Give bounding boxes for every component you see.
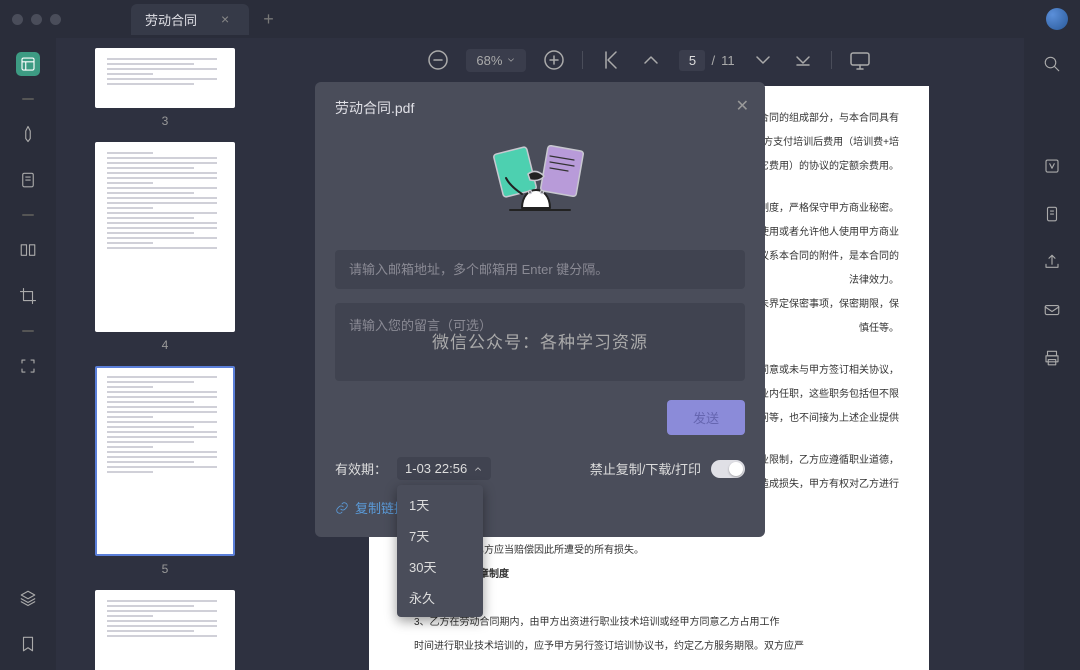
zoom-out-icon[interactable]	[426, 48, 450, 72]
note-icon[interactable]	[16, 168, 40, 192]
page-total: 11	[721, 53, 735, 68]
layers-icon[interactable]	[16, 586, 40, 610]
send-button[interactable]: 发送	[667, 400, 745, 435]
expiry-option[interactable]: 30天	[397, 551, 483, 582]
titlebar: 劳动合同 × +	[0, 0, 1080, 38]
tab-title: 劳动合同	[145, 10, 197, 29]
bookmark-icon[interactable]	[16, 632, 40, 656]
highlight-icon[interactable]	[16, 122, 40, 146]
illustration	[335, 136, 745, 226]
separator	[22, 214, 34, 216]
link-icon	[335, 501, 349, 515]
separator	[22, 98, 34, 100]
left-rail	[0, 38, 56, 670]
page-input[interactable]	[679, 50, 705, 71]
convert-icon[interactable]	[1040, 202, 1064, 226]
window-controls	[12, 14, 61, 25]
expiry-label: 有效期：	[335, 459, 387, 478]
max-dot[interactable]	[50, 14, 61, 25]
modal-title: 劳动合同.pdf	[335, 98, 745, 118]
options-row: 有效期： 1-03 22:56 1天 7天 30天 永久 禁止复制/下载/打印	[335, 457, 745, 480]
ocr-icon[interactable]	[1040, 154, 1064, 178]
expiry-option[interactable]: 永久	[397, 582, 483, 613]
separator	[582, 51, 583, 69]
first-page-icon[interactable]	[599, 48, 623, 72]
expiry-option[interactable]: 1天	[397, 489, 483, 520]
expiry-dropdown: 1天 7天 30天 永久	[397, 485, 483, 617]
tab-close-icon[interactable]: ×	[221, 11, 229, 27]
search-icon[interactable]	[1040, 52, 1064, 76]
restrict-label: 禁止复制/下载/打印	[590, 459, 701, 478]
restrict-toggle[interactable]	[711, 460, 745, 478]
thumb-4[interactable]: 4	[56, 142, 274, 352]
print-icon[interactable]	[1040, 346, 1064, 370]
min-dot[interactable]	[31, 14, 42, 25]
expiry-option[interactable]: 7天	[397, 520, 483, 551]
compare-icon[interactable]	[16, 238, 40, 262]
modal-close-icon[interactable]: ✕	[736, 96, 749, 116]
right-rail	[1024, 38, 1080, 670]
present-icon[interactable]	[848, 48, 872, 72]
chevron-up-icon	[473, 464, 483, 474]
crop-icon[interactable]	[16, 284, 40, 308]
avatar[interactable]	[1046, 8, 1068, 30]
mail-icon[interactable]	[1040, 298, 1064, 322]
thumb-5[interactable]: 5	[56, 366, 274, 576]
zoom-in-icon[interactable]	[542, 48, 566, 72]
scan-icon[interactable]	[16, 354, 40, 378]
last-page-icon[interactable]	[791, 48, 815, 72]
page-indicator: / 11	[679, 50, 734, 71]
prev-page-icon[interactable]	[639, 48, 663, 72]
separator	[22, 330, 34, 332]
thumb-3[interactable]: 3	[56, 48, 274, 128]
close-dot[interactable]	[12, 14, 23, 25]
next-page-icon[interactable]	[751, 48, 775, 72]
thumbnails-icon[interactable]	[16, 52, 40, 76]
thumbnail-panel[interactable]: 3 4 5	[56, 38, 274, 670]
separator	[831, 51, 832, 69]
share-modal: 劳动合同.pdf ✕ 微信公众号：各种学习资源 发送 有效期： 1-03 22:…	[315, 82, 765, 537]
share-icon[interactable]	[1040, 250, 1064, 274]
viewer-toolbar: 68% / 11	[274, 38, 1024, 82]
zoom-select[interactable]: 68%	[466, 49, 526, 72]
expiry-select[interactable]: 1-03 22:56 1天 7天 30天 永久	[397, 457, 491, 480]
email-input[interactable]	[335, 250, 745, 289]
message-input[interactable]	[335, 303, 745, 381]
thumb-6[interactable]	[56, 590, 274, 670]
tab-document[interactable]: 劳动合同 ×	[131, 4, 249, 35]
add-tab-button[interactable]: +	[263, 9, 274, 30]
